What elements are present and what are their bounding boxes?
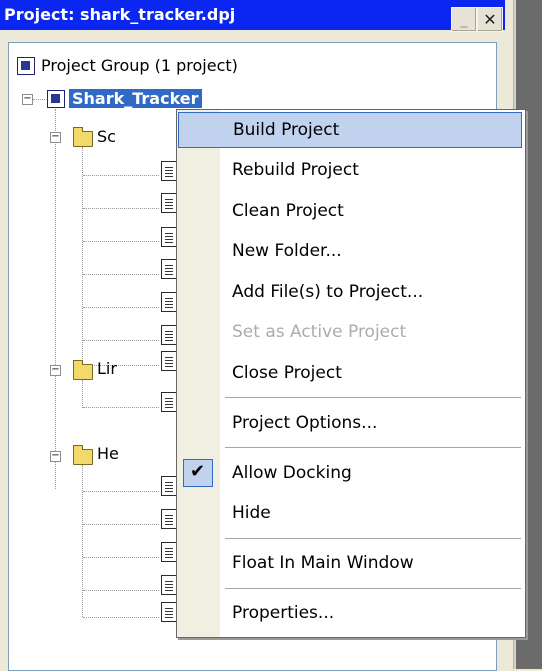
- menu-separator: [225, 538, 521, 539]
- checkmark-icon: ✔: [190, 461, 206, 482]
- file-icon[interactable]: [161, 351, 177, 371]
- file-icon[interactable]: [161, 292, 177, 312]
- menu-item-add-files[interactable]: Add File(s) to Project...: [178, 275, 522, 309]
- collapse-icon[interactable]: −: [22, 94, 33, 105]
- menu-item-label: Project Options...: [232, 413, 378, 433]
- menu-item-label: Set as Active Project: [232, 322, 407, 342]
- menu-item-label: New Folder...: [232, 241, 342, 261]
- tree-connector: [83, 208, 159, 209]
- tree-connector: [83, 590, 159, 591]
- tree-connector: [83, 274, 159, 275]
- menu-separator: [225, 588, 521, 589]
- tree-connector: [83, 340, 159, 341]
- tree-folder-label[interactable]: Lir: [97, 359, 117, 378]
- tree-connector: [82, 147, 83, 365]
- menu-separator: [225, 447, 521, 448]
- close-button[interactable]: ✕: [477, 7, 503, 32]
- tree-connector: [83, 557, 159, 558]
- menu-item-rebuild-project[interactable]: Rebuild Project: [178, 153, 522, 187]
- tree-connector: [83, 175, 159, 176]
- collapse-icon[interactable]: −: [50, 451, 61, 462]
- file-icon[interactable]: [161, 509, 177, 529]
- menu-item-label: Build Project: [233, 120, 340, 140]
- menu-item-label: Hide: [232, 503, 271, 523]
- file-icon[interactable]: [161, 259, 177, 279]
- menu-item-label: Allow Docking: [232, 463, 352, 483]
- tree-connector: [82, 380, 83, 408]
- tree-connector: [83, 307, 159, 308]
- tree-connector: [83, 407, 159, 408]
- tree-connector: [82, 465, 83, 617]
- folder-icon: [73, 360, 93, 380]
- tree-root-label[interactable]: Project Group (1 project): [41, 56, 238, 75]
- file-icon[interactable]: [161, 575, 177, 595]
- file-icon[interactable]: [161, 227, 177, 247]
- close-icon: ✕: [483, 10, 497, 29]
- collapse-icon[interactable]: −: [50, 132, 61, 143]
- menu-item-hide[interactable]: Hide: [178, 496, 522, 530]
- file-icon[interactable]: [161, 325, 177, 345]
- menu-item-label: Float In Main Window: [232, 553, 414, 573]
- menu-item-close-project[interactable]: Close Project: [178, 356, 522, 390]
- tree-connector: [55, 109, 56, 489]
- file-icon[interactable]: [161, 476, 177, 496]
- folder-icon: [73, 127, 93, 147]
- menu-item-label: Add File(s) to Project...: [232, 282, 424, 302]
- project-icon: [47, 90, 65, 108]
- folder-icon: [73, 445, 93, 465]
- menu-item-float-in-main-window[interactable]: Float In Main Window: [178, 546, 522, 580]
- panel-title-bar[interactable]: Project: shark_tracker.dpj: [0, 0, 505, 30]
- tree-folder-label[interactable]: He: [97, 444, 119, 463]
- panel-title: Project: shark_tracker.dpj: [4, 5, 236, 24]
- file-icon[interactable]: [161, 542, 177, 562]
- collapse-icon[interactable]: −: [50, 365, 61, 376]
- menu-item-label: Properties...: [232, 603, 335, 623]
- menu-item-new-folder[interactable]: New Folder...: [178, 234, 522, 268]
- tree-connector: [33, 99, 45, 100]
- tree-folder-label[interactable]: Sc: [97, 127, 116, 146]
- menu-item-label: Rebuild Project: [232, 160, 359, 180]
- menu-item-label: Close Project: [232, 363, 342, 383]
- minimize-button[interactable]: _: [451, 7, 477, 32]
- menu-separator: [225, 397, 521, 398]
- minimize-icon: _: [460, 11, 468, 28]
- project-group-icon: [17, 57, 35, 75]
- tree-connector: [83, 524, 159, 525]
- menu-item-properties[interactable]: Properties...: [178, 596, 522, 630]
- tree-connector: [83, 241, 159, 242]
- menu-item-clean-project[interactable]: Clean Project: [178, 194, 522, 228]
- project-panel: Project: shark_tracker.dpj _ ✕ Project G…: [0, 0, 542, 671]
- tree-connector: [83, 617, 159, 618]
- tree-connector: [83, 365, 159, 366]
- menu-item-allow-docking[interactable]: ✔ Allow Docking: [178, 456, 522, 490]
- menu-item-label: Clean Project: [232, 201, 344, 221]
- file-icon[interactable]: [161, 161, 177, 181]
- tree-project-label[interactable]: Shark_Tracker: [69, 89, 202, 108]
- menu-item-set-active-project: Set as Active Project: [178, 315, 522, 349]
- file-icon[interactable]: [161, 602, 177, 622]
- file-icon[interactable]: [161, 193, 177, 213]
- tree-connector: [83, 491, 159, 492]
- file-icon[interactable]: [161, 392, 177, 412]
- menu-item-build-project[interactable]: Build Project: [178, 112, 522, 148]
- menu-item-project-options[interactable]: Project Options...: [178, 406, 522, 440]
- context-menu: Build Project Rebuild Project Clean Proj…: [176, 109, 526, 638]
